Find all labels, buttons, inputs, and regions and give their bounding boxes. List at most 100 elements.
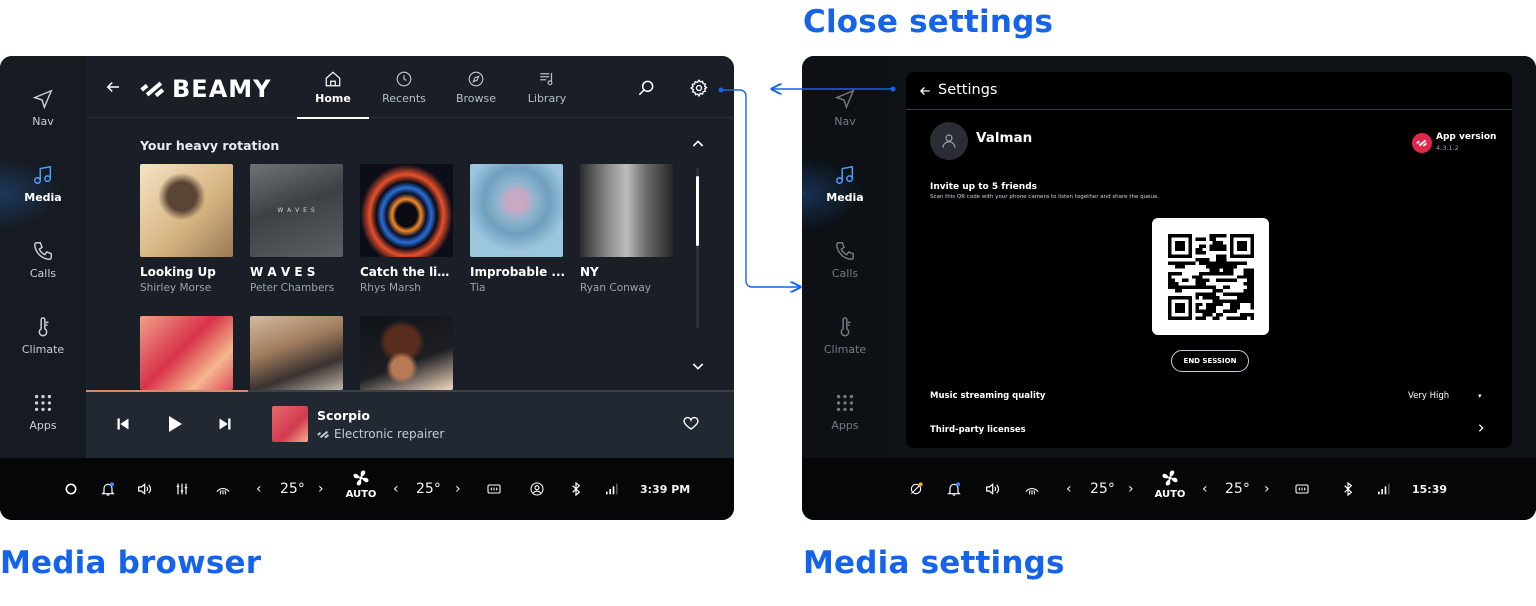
bluetooth-icon[interactable] xyxy=(568,480,584,498)
tab-library[interactable]: Library xyxy=(511,70,583,118)
temp-right-decrease-icon[interactable]: ‹ xyxy=(393,480,399,498)
temp-left-decrease-icon[interactable]: ‹ xyxy=(256,480,262,498)
rail-item-calls[interactable]: Calls xyxy=(802,240,888,300)
settings-gear-icon[interactable] xyxy=(689,78,709,98)
temp-left-value: 25° xyxy=(1090,481,1115,497)
rail-label: Nav xyxy=(834,115,856,128)
album-card[interactable]: Looking Up Shirley Morse xyxy=(140,164,234,294)
chevron-right-icon[interactable] xyxy=(1476,422,1486,434)
album-card[interactable]: Improbable ... Tia xyxy=(470,164,565,294)
user-icon xyxy=(942,134,956,148)
heart-icon[interactable] xyxy=(682,414,700,432)
app-logo-icon xyxy=(1412,133,1432,153)
side-rail: Nav Media Calls Climate Apps xyxy=(802,56,888,458)
rail-item-nav[interactable]: Nav xyxy=(0,88,86,148)
navigation-arrow-icon xyxy=(834,88,856,110)
skip-next-icon[interactable] xyxy=(214,413,236,435)
rail-item-nav[interactable]: Nav xyxy=(802,88,888,148)
front-defrost-icon[interactable] xyxy=(486,480,502,498)
temp-right-decrease-icon[interactable]: ‹ xyxy=(1202,480,1208,498)
album-card[interactable]: W A V E S W A V E S Peter Chambers xyxy=(250,164,344,294)
brand-name: BEAMY xyxy=(172,75,272,103)
album-artist: Tia xyxy=(470,282,486,294)
back-arrow-icon[interactable] xyxy=(104,78,122,96)
temp-left-decrease-icon[interactable]: ‹ xyxy=(1066,480,1072,498)
rail-label: Climate xyxy=(21,343,65,356)
notification-bell-icon[interactable] xyxy=(946,480,962,498)
rail-label: Media xyxy=(24,191,62,204)
home-icon xyxy=(325,71,341,87)
streaming-quality-value[interactable]: Very High xyxy=(1408,391,1449,401)
album-art xyxy=(140,164,233,257)
signal-icon xyxy=(1376,480,1392,498)
chevron-down-icon[interactable] xyxy=(690,358,706,374)
volume-icon[interactable] xyxy=(984,480,1000,498)
grid-icon xyxy=(834,392,856,414)
navigation-arrow-icon xyxy=(32,88,54,110)
dropdown-caret-icon[interactable]: ▾ xyxy=(1478,392,1482,400)
grid-icon xyxy=(32,392,54,414)
rail-item-climate[interactable]: Climate xyxy=(802,316,888,376)
bluetooth-icon[interactable] xyxy=(1340,480,1356,498)
library-icon xyxy=(540,73,553,86)
album-card[interactable] xyxy=(360,316,454,390)
close-settings-caption: Close settings xyxy=(803,4,1054,40)
temp-left-increase-icon[interactable]: › xyxy=(318,480,324,498)
fan-mode: AUTO xyxy=(1154,489,1186,500)
tab-label: Home xyxy=(315,92,351,105)
temp-right-increase-icon[interactable]: › xyxy=(1264,480,1270,498)
album-card[interactable] xyxy=(250,316,344,390)
album-art: W A V E S xyxy=(250,164,343,257)
beamy-logo-icon xyxy=(140,81,165,98)
rear-defrost-icon[interactable] xyxy=(215,480,231,498)
album-art xyxy=(580,164,673,257)
back-arrow-icon[interactable] xyxy=(918,84,932,98)
section-title: Your heavy rotation xyxy=(140,138,280,153)
tab-browse[interactable]: Browse xyxy=(440,70,512,118)
rail-label: Calls xyxy=(831,267,859,280)
tab-home[interactable]: Home xyxy=(297,70,369,119)
profile-icon[interactable] xyxy=(529,480,545,498)
fan-control[interactable]: AUTO xyxy=(344,468,378,500)
notification-bell-icon[interactable] xyxy=(100,480,116,498)
album-card[interactable] xyxy=(140,316,234,390)
voice-off-icon[interactable] xyxy=(908,480,924,498)
rear-defrost-icon[interactable] xyxy=(1024,480,1040,498)
rail-item-apps[interactable]: Apps xyxy=(0,392,86,452)
scrollbar-thumb[interactable] xyxy=(696,176,699,246)
play-icon[interactable] xyxy=(162,412,186,436)
end-session-button[interactable]: END SESSION xyxy=(1171,350,1249,372)
album-art xyxy=(360,316,453,390)
tab-recents[interactable]: Recents xyxy=(368,70,440,118)
front-defrost-icon[interactable] xyxy=(1294,480,1310,498)
skip-previous-icon[interactable] xyxy=(112,413,134,435)
album-card[interactable]: NY Ryan Conway xyxy=(580,164,674,294)
rail-item-media[interactable]: Media xyxy=(0,158,86,230)
home-circle-icon[interactable] xyxy=(63,480,79,498)
temp-right-increase-icon[interactable]: › xyxy=(455,480,461,498)
media-browser-screen: Nav Media Calls Climate Apps BEAMY Home … xyxy=(0,56,734,520)
phone-icon xyxy=(834,240,856,262)
rail-item-calls[interactable]: Calls xyxy=(0,240,86,300)
rail-item-apps[interactable]: Apps xyxy=(802,392,888,452)
fan-icon xyxy=(353,470,369,486)
album-card[interactable]: Catch the light Rhys Marsh xyxy=(360,164,456,294)
temp-left-increase-icon[interactable]: › xyxy=(1128,480,1134,498)
progress-fill xyxy=(86,390,248,392)
rail-label: Climate xyxy=(823,343,867,356)
avatar xyxy=(930,122,968,160)
rail-item-media[interactable]: Media xyxy=(802,158,888,230)
album-art-text: W A V E S xyxy=(277,207,316,214)
clock-icon xyxy=(396,71,412,87)
search-icon[interactable] xyxy=(636,78,656,98)
phone-icon xyxy=(32,240,54,262)
now-playing-artist-row: Electronic repairer xyxy=(317,427,444,441)
status-bar: ‹ 25° › AUTO ‹ 25° › 3:39 PM xyxy=(0,458,734,520)
third-party-licenses-label[interactable]: Third-party licenses xyxy=(930,425,1026,435)
side-rail: Nav Media Calls Climate Apps xyxy=(0,56,86,458)
chevron-up-icon[interactable] xyxy=(690,136,706,152)
equalizer-icon[interactable] xyxy=(174,480,190,498)
rail-item-climate[interactable]: Climate xyxy=(0,316,86,376)
fan-control[interactable]: AUTO xyxy=(1153,468,1187,500)
volume-icon[interactable] xyxy=(136,480,152,498)
